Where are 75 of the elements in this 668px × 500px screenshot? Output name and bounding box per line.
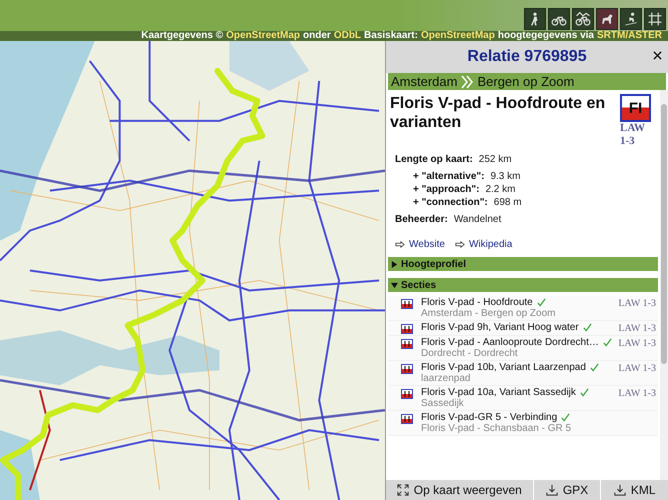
extra-length-label: + "approach": (413, 184, 480, 195)
network-label: LAW 1-3 (618, 337, 656, 349)
section-header[interactable]: Secties (388, 278, 658, 292)
chevron-icon (461, 74, 474, 88)
attribution-text: Kaartgegevens © (141, 31, 224, 41)
attribution-link[interactable]: OpenStreetMap (420, 31, 495, 41)
external-link[interactable]: Website (409, 239, 445, 250)
operator-label: Beheerder: (395, 214, 448, 225)
panel-title: Relatie 9769895 (467, 48, 587, 66)
section-item[interactable]: Floris V-pad 10a, Variant Sassedijk Sassedijk LAW 1-3 (388, 386, 658, 411)
attribution-link[interactable]: SRTM/ASTER (597, 31, 662, 41)
breadcrumb-item[interactable]: Amsterdam (391, 74, 458, 89)
section-item[interactable]: Floris V-pad - Aanlooproute Dordrecht… Dordrecht - Dordrecht LAW 1-3 (388, 336, 658, 361)
section-item[interactable]: Floris V-pad 9h, Variant Hoog water LAW 1-3 (388, 321, 658, 336)
route-symbol-icon (401, 389, 413, 399)
network-label: LAW 1-3 (618, 297, 656, 309)
section-name: Floris V-pad - Hoofdroute (421, 297, 533, 308)
map-drawing[interactable] (0, 41, 385, 500)
download-button[interactable]: GPX (534, 480, 600, 500)
external-link[interactable]: Wikipedia (468, 239, 512, 250)
mountain-bike-icon[interactable] (572, 8, 594, 30)
extra-length-value: 698 m (494, 197, 522, 208)
section-endpoints: Sassedijk (421, 398, 465, 409)
section-item[interactable]: Floris V-pad 10b, Variant Laarzenpad laarzenpad LAW 1-3 (388, 361, 658, 386)
route-symbol-icon (401, 324, 413, 334)
hiker-icon[interactable] (524, 8, 546, 30)
bicycle-icon[interactable] (548, 8, 570, 30)
download-icon (546, 484, 558, 496)
operator-value: Wandelnet (454, 214, 502, 225)
section-endpoints: Amsterdam - Bergen op Zoom (421, 308, 556, 319)
route-name: Floris V-pad - Hoofdroute en varianten (390, 94, 606, 133)
route-symbol-icon (401, 364, 413, 374)
triangle-down-icon (391, 282, 398, 288)
length-label: Lengte op kaart: (395, 154, 473, 165)
section-name: Floris V-pad 9h, Variant Hoog water (421, 322, 579, 333)
extra-length-label: + "alternative": (413, 171, 484, 182)
close-icon[interactable] (651, 49, 664, 62)
attribution-link[interactable]: ODbL (334, 31, 362, 41)
section-endpoints: laarzenpad (421, 373, 472, 384)
route-symbol-icon (401, 339, 413, 349)
triangle-right-icon (391, 260, 398, 268)
section-endpoints: Dordrecht - Dordrecht (421, 348, 519, 359)
network-label: LAW 1-3 (618, 362, 656, 374)
length-value: 252 km (478, 154, 512, 165)
show-on-map-button[interactable]: Op kaart weergeven (386, 480, 533, 500)
attribution-text: Basiskaart: (364, 31, 418, 41)
attribution-text: onder (303, 31, 331, 41)
download-icon (614, 484, 626, 496)
section-item[interactable]: Floris V-pad-GR 5 - Verbinding Floris V-pad - Schansbaan - GR 5 (388, 411, 658, 436)
scrollbar[interactable] (660, 90, 668, 480)
section-name: Floris V-pad-GR 5 - Verbinding (421, 412, 558, 423)
grid-icon[interactable] (644, 8, 666, 30)
skier-icon[interactable] (620, 8, 642, 30)
attribution-link[interactable]: OpenStreetMap (226, 31, 300, 41)
section-name: Floris V-pad - Aanlooproute Dordrecht… (421, 337, 599, 348)
arrow-icon (454, 241, 465, 248)
section-header[interactable]: Hoogteprofiel (388, 257, 658, 271)
horse-icon[interactable] (596, 8, 618, 30)
route-symbol-icon (401, 299, 413, 309)
expand-icon (396, 484, 409, 496)
attribution-text: hoogtegegevens via (498, 31, 594, 41)
extra-length-label: + "connection": (413, 197, 488, 208)
download-button[interactable]: KML (601, 480, 668, 500)
breadcrumb-item[interactable]: Bergen op Zoom (477, 74, 574, 89)
network-label: LAW 1-3 (620, 122, 646, 148)
network-label: LAW 1-3 (618, 387, 656, 399)
section-name: Floris V-pad 10b, Variant Laarzenpad (421, 362, 586, 373)
section-endpoints: Floris V-pad - Schansbaan - GR 5 (421, 423, 572, 434)
section-item[interactable]: Floris V-pad - Hoofdroute Amsterdam - Bergen op Zoom LAW 1-3 (388, 296, 658, 321)
section-name: Floris V-pad 10a, Variant Sassedijk (421, 387, 576, 398)
extra-length-value: 9.3 km (490, 171, 520, 182)
extra-length-value: 2.2 km (485, 184, 516, 195)
route-symbol-icon (401, 414, 413, 424)
arrow-icon (395, 241, 405, 248)
network-label: LAW 1-3 (618, 322, 656, 334)
